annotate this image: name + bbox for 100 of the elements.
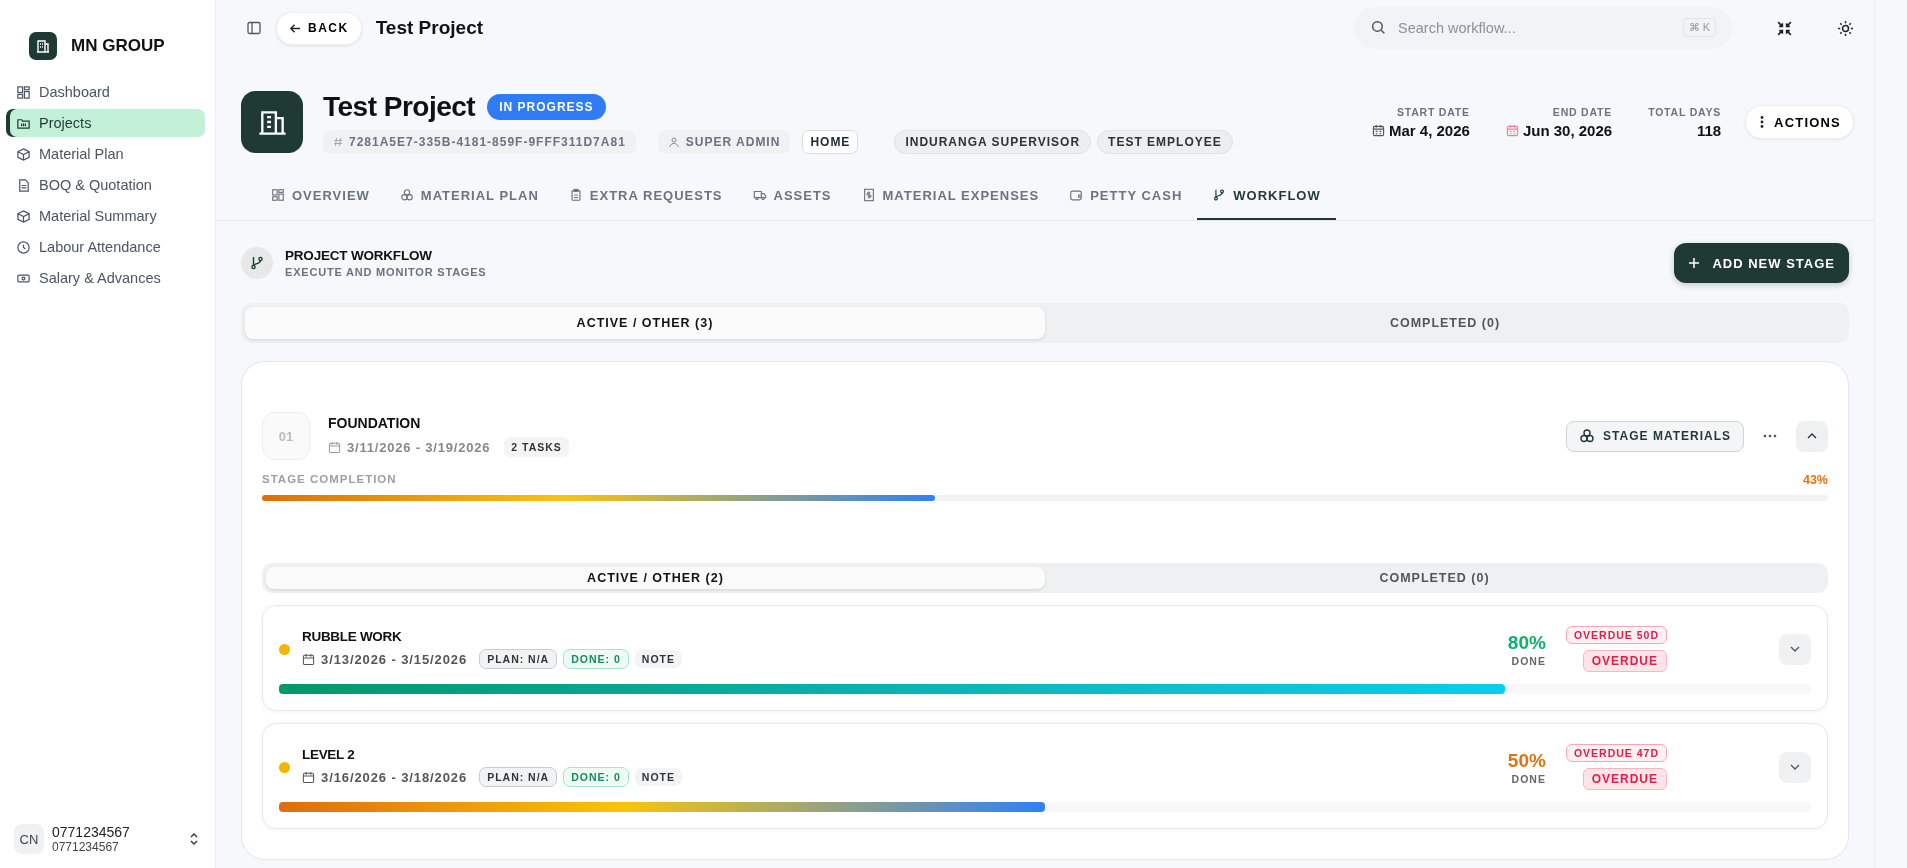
branch-icon — [1212, 188, 1227, 202]
calendar-icon — [1372, 123, 1385, 137]
section-title: PROJECT WORKFLOW — [285, 248, 433, 263]
truck-icon — [752, 188, 767, 202]
chevron-icon — [1806, 432, 1818, 440]
date-value: Mar 4, 2026 — [1389, 121, 1470, 139]
note-chip: NOTE — [634, 650, 682, 668]
building-icon — [241, 91, 303, 153]
sidebar-item[interactable]: Dashboard — [10, 78, 205, 106]
tab[interactable]: ASSETS — [737, 172, 847, 220]
completion-percent: 43% — [1802, 473, 1828, 487]
filter-tab[interactable]: ACTIVE / OTHER (2) — [266, 567, 1045, 589]
date-label: TOTAL DAYS — [1648, 105, 1722, 118]
clipboard-icon — [568, 188, 583, 202]
filter-tab[interactable]: COMPLETED (0) — [1045, 567, 1824, 589]
calendar-icon — [1505, 123, 1519, 137]
sidebar-item[interactable]: Labour Attendance — [10, 233, 205, 261]
vertical-dots-icon — [1760, 115, 1765, 129]
stage-dates: 3/11/2026 - 3/19/2026 — [347, 439, 491, 455]
sidebar-item[interactable]: Material Plan — [10, 140, 205, 168]
sidebar-toggle-icon[interactable] — [246, 20, 262, 36]
project-id: 7281A5E7-335B-4181-859F-9FFF311D7A81 — [323, 129, 636, 154]
overdue-days-badge: OVERDUE 50D — [1565, 626, 1667, 644]
filter-tab[interactable]: COMPLETED (0) — [1045, 307, 1845, 339]
tab[interactable]: MATERIAL PLAN — [384, 172, 554, 220]
plan-chip: PLAN: N/A — [479, 767, 558, 787]
brand-name: MN GROUP — [71, 36, 165, 56]
calendar-icon — [302, 770, 315, 784]
date-value: Jun 30, 2026 — [1522, 121, 1613, 139]
stage-materials-button[interactable]: STAGE MATERIALS — [1566, 420, 1744, 452]
tab[interactable]: OVERVIEW — [256, 172, 385, 220]
tab[interactable]: PETTY CASH — [1054, 172, 1198, 220]
task-percent: 80% — [1507, 631, 1546, 654]
collapse-button[interactable] — [1796, 420, 1828, 452]
task-dates: 3/16/2026 - 3/18/2026 — [321, 769, 468, 785]
person-icon — [667, 135, 680, 148]
done-chip: DONE: 0 — [563, 767, 629, 787]
shortcut-hint: ⌘ K — [1682, 18, 1716, 37]
date-label: START DATE — [1396, 105, 1470, 118]
date-label: END DATE — [1552, 105, 1613, 118]
filter-tab[interactable]: ACTIVE / OTHER (3) — [245, 307, 1045, 339]
receipt-icon — [861, 188, 876, 202]
calendar-icon — [302, 652, 315, 666]
section-subtitle: EXECUTE AND MONITOR STAGES — [285, 266, 487, 278]
overdue-badge: OVERDUE — [1582, 768, 1667, 790]
user-name: 0771234567 — [52, 824, 131, 840]
grid-icon — [271, 188, 285, 202]
building-logo-icon — [29, 32, 57, 60]
tab[interactable]: MATERIAL EXPENSES — [846, 172, 1055, 220]
user-subtitle: 0771234567 — [52, 840, 120, 854]
plan-chip: PLAN: N/A — [479, 649, 558, 669]
stage-number: 01 — [262, 412, 310, 460]
done-chip: DONE: 0 — [563, 649, 629, 669]
chevron-down-icon — [1789, 645, 1801, 653]
actions-button[interactable]: ACTIONS — [1745, 105, 1854, 139]
tab[interactable]: WORKFLOW — [1197, 172, 1336, 220]
sidebar-item[interactable]: BOQ & Quotation — [10, 171, 205, 199]
page-title: Test Project — [375, 17, 484, 39]
overdue-badge: OVERDUE — [1582, 650, 1667, 672]
document-icon — [16, 177, 31, 193]
task-name: RUBBLE WORK — [302, 629, 403, 644]
box-icon — [16, 146, 31, 162]
search-icon — [1370, 19, 1387, 36]
sidebar-item[interactable]: Material Summary — [10, 202, 205, 230]
user-avatar: CN — [14, 824, 44, 854]
more-icon[interactable] — [1762, 434, 1778, 438]
person-chip: INDURANGA SUPERVISOR — [894, 129, 1092, 154]
add-stage-button[interactable]: ADD NEW STAGE — [1674, 243, 1849, 283]
task-count: 2 TASKS — [504, 437, 569, 457]
status-badge: IN PROGRESS — [487, 93, 606, 120]
note-chip: NOTE — [634, 768, 682, 786]
collapse-icon[interactable] — [1776, 19, 1793, 37]
type-chip: HOME — [802, 129, 859, 154]
task-dates: 3/13/2026 - 3/15/2026 — [321, 651, 468, 667]
clock-icon — [16, 239, 31, 255]
done-label: DONE — [1511, 654, 1546, 667]
completion-label: STAGE COMPLETION — [262, 473, 397, 487]
wallet-icon — [1069, 188, 1084, 202]
branch-icon — [241, 247, 273, 279]
project-name: Test Project — [323, 90, 476, 123]
sidebar-item[interactable]: Salary & Advances — [10, 264, 205, 292]
task-percent: 50% — [1507, 749, 1546, 772]
date-value: 118 — [1696, 121, 1722, 139]
tab[interactable]: EXTRA REQUESTS — [553, 172, 738, 220]
role-chip: SUPER ADMIN — [657, 129, 791, 154]
circles-icon — [1579, 428, 1596, 444]
plus-icon — [1688, 257, 1701, 269]
overdue-days-badge: OVERDUE 47D — [1565, 744, 1667, 762]
calendar-icon — [328, 440, 341, 454]
sun-icon[interactable] — [1837, 19, 1854, 37]
grid-icon — [16, 84, 31, 100]
hash-icon — [333, 136, 343, 147]
back-button[interactable]: BACK — [276, 11, 362, 45]
task-name: LEVEL 2 — [302, 747, 356, 762]
done-label: DONE — [1511, 772, 1546, 785]
stage-name: FOUNDATION — [328, 415, 422, 431]
chevron-down-icon — [1789, 763, 1801, 771]
chevron-updown-icon — [189, 832, 199, 846]
circles-icon — [399, 188, 414, 202]
box-icon — [16, 208, 31, 224]
